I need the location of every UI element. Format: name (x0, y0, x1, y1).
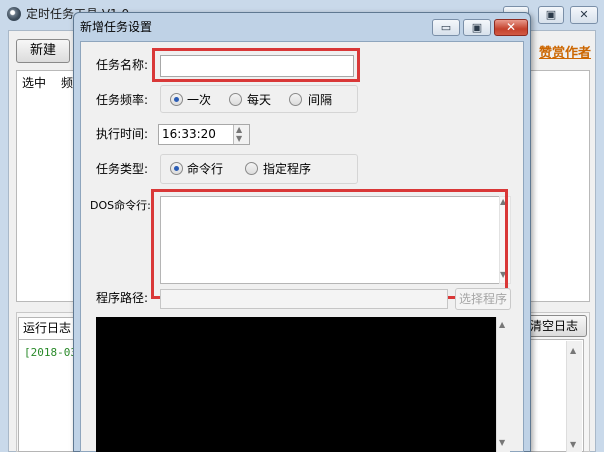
program-path-input[interactable] (160, 289, 448, 309)
highlight-box-name (152, 48, 360, 82)
highlight-box-dos (151, 189, 508, 299)
type-command-radio[interactable] (170, 162, 183, 175)
dialog-maximize-button[interactable]: ▣ (463, 19, 491, 36)
spinner-up-icon[interactable]: ▲ (236, 125, 242, 134)
dialog-title: 新增任务设置 (80, 20, 153, 34)
list-header-frequency[interactable]: 频 (61, 74, 73, 91)
dos-command-label: DOS命令行: (90, 199, 151, 212)
app-clock-icon (7, 7, 21, 21)
frequency-daily-radio[interactable] (229, 93, 242, 106)
choose-program-button[interactable]: 选择程序 (455, 288, 511, 310)
type-program-label[interactable]: 指定程序 (263, 160, 311, 178)
frequency-interval-label[interactable]: 间隔 (308, 91, 332, 109)
task-frequency-label: 任务频率: (96, 93, 149, 107)
support-author-link[interactable]: 赞赏作者 (539, 42, 591, 61)
task-name-label: 任务名称: (96, 58, 149, 72)
frequency-interval-radio[interactable] (289, 93, 302, 106)
console-scrollbar[interactable] (496, 317, 510, 452)
frequency-daily-label[interactable]: 每天 (247, 91, 271, 109)
dialog-close-button[interactable]: ✕ (494, 19, 528, 36)
frequency-once-radio[interactable] (170, 93, 183, 106)
frequency-once-label[interactable]: 一次 (187, 91, 211, 109)
output-console (96, 317, 496, 452)
scroll-up-arrow-icon[interactable]: ▲ (570, 346, 576, 355)
type-command-label[interactable]: 命令行 (187, 160, 223, 178)
new-task-button[interactable]: 新建 (16, 39, 70, 63)
main-close-button[interactable]: ✕ (570, 6, 598, 24)
console-scroll-down-icon[interactable]: ▼ (499, 438, 505, 447)
type-program-radio[interactable] (245, 162, 258, 175)
tab-run-log[interactable]: 运行日志 (18, 317, 76, 339)
spinner-down-icon[interactable]: ▼ (236, 134, 242, 143)
main-maximize-button[interactable]: ▣ (538, 6, 564, 24)
dialog-minimize-button[interactable]: ▭ (432, 19, 460, 36)
execution-time-label: 执行时间: (96, 127, 149, 141)
program-path-label: 程序路径: (96, 291, 149, 305)
console-scroll-up-icon[interactable]: ▲ (499, 320, 505, 329)
scroll-down-arrow-icon[interactable]: ▼ (570, 440, 576, 449)
task-type-label: 任务类型: (96, 162, 149, 176)
log-scrollbar[interactable] (566, 341, 582, 452)
list-header-selected[interactable]: 选中 (22, 74, 46, 91)
